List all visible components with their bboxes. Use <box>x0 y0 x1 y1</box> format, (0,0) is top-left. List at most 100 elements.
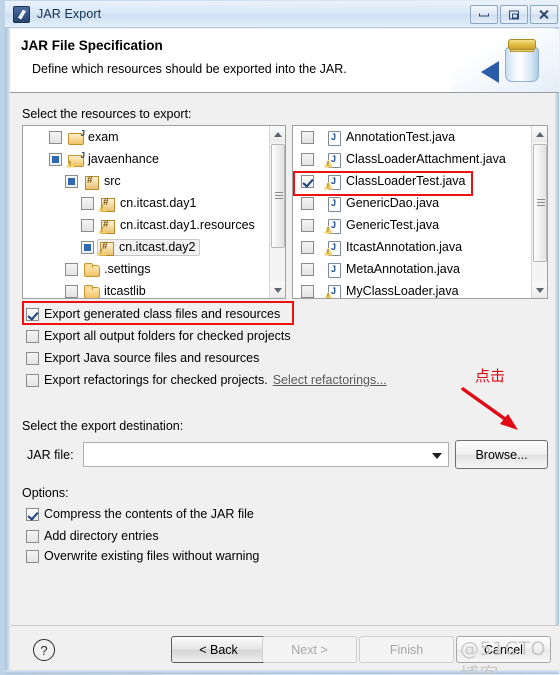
file-scroll-down-icon[interactable] <box>532 282 547 298</box>
file-row-checkbox[interactable] <box>301 130 314 144</box>
option-1-label: Add directory entries <box>44 529 159 543</box>
export-option-3-checkbox[interactable] <box>26 373 39 387</box>
option-2-checkbox[interactable] <box>26 549 39 563</box>
tree-row[interactable]: cn.itcast.day2 <box>23 236 285 258</box>
export-option-1[interactable]: Export all output folders for checked pr… <box>26 326 291 346</box>
file-row-checkbox[interactable] <box>301 218 314 232</box>
option-0-label: Compress the contents of the JAR file <box>44 507 254 521</box>
file-row-checkbox[interactable] <box>301 240 314 254</box>
page-title: JAR File Specification <box>21 38 163 53</box>
tree-scrollbar[interactable] <box>269 126 285 298</box>
select-refactorings-link[interactable]: Select refactorings... <box>273 373 387 387</box>
finish-button: Finish <box>359 636 454 663</box>
java-file-icon <box>324 240 342 256</box>
file-scroll-thumb[interactable] <box>533 144 547 262</box>
chevron-down-icon[interactable] <box>432 453 442 459</box>
export-option-0[interactable]: Export generated class files and resourc… <box>26 304 280 324</box>
file-row[interactable]: GenericDao.java <box>293 192 547 214</box>
header-illustration <box>451 29 559 92</box>
back-button[interactable]: < Back <box>171 636 266 663</box>
tree-row-checkbox[interactable] <box>49 152 62 166</box>
java-file-icon <box>324 218 342 234</box>
file-row-label: MetaAnnotation.java <box>346 262 460 276</box>
export-option-1-checkbox[interactable] <box>26 329 39 343</box>
tree-row[interactable]: itcastlib <box>23 280 285 298</box>
tree-row[interactable]: javaenhance <box>23 148 285 170</box>
tree-row-label: cn.itcast.day1 <box>120 196 197 210</box>
source-folder-icon <box>83 174 100 190</box>
tree-row-checkbox[interactable] <box>81 240 94 254</box>
option-0[interactable]: Compress the contents of the JAR file <box>26 504 254 524</box>
jar-file-combo[interactable] <box>83 442 449 467</box>
close-button[interactable] <box>530 5 558 24</box>
export-option-2-checkbox[interactable] <box>26 351 39 365</box>
file-row-label: ItcastAnnotation.java <box>346 240 463 254</box>
footer-button-bar: ? < Back Next > Finish Cancel <box>11 626 559 670</box>
tree-row[interactable]: src <box>23 170 285 192</box>
tree-row-checkbox[interactable] <box>65 262 78 276</box>
tree-row-label: src <box>104 174 121 188</box>
option-1[interactable]: Add directory entries <box>26 526 159 546</box>
file-row[interactable]: AnnotationTest.java <box>293 126 547 148</box>
restore-icon <box>509 10 519 19</box>
tree-row[interactable]: cn.itcast.day1 <box>23 192 285 214</box>
file-row[interactable]: ClassLoaderAttachment.java <box>293 148 547 170</box>
tree-row-checkbox[interactable] <box>65 284 78 298</box>
file-row[interactable]: GenericTest.java <box>293 214 547 236</box>
option-0-checkbox[interactable] <box>26 507 39 521</box>
export-option-3-label: Export refactorings for checked projects… <box>44 373 268 387</box>
file-row-label: ClassLoaderAttachment.java <box>346 152 506 166</box>
file-list-pane[interactable]: AnnotationTest.java ClassLoaderAttachment… <box>292 125 548 299</box>
warning-icon <box>324 291 333 298</box>
tree-row-content: cn.itcast.day2 <box>97 238 201 256</box>
tree-scroll-down-icon[interactable] <box>270 282 285 298</box>
file-scroll-up-icon[interactable] <box>532 126 547 142</box>
file-row-checkbox[interactable] <box>301 152 314 166</box>
file-row-checkbox[interactable] <box>301 196 314 210</box>
tree-row-checkbox[interactable] <box>65 174 78 188</box>
cancel-button[interactable]: Cancel <box>456 636 551 663</box>
file-row-label: AnnotationTest.java <box>346 130 456 144</box>
tree-row-checkbox[interactable] <box>81 218 94 232</box>
tree-row-content: cn.itcast.day1.resources <box>98 218 255 234</box>
browse-button[interactable]: Browse... <box>455 440 548 469</box>
file-row[interactable]: MyClassLoader.java <box>293 280 547 298</box>
file-list: AnnotationTest.java ClassLoaderAttachment… <box>293 126 547 298</box>
file-row[interactable]: MetaAnnotation.java <box>293 258 547 280</box>
tree-scroll-thumb[interactable] <box>271 144 285 248</box>
resource-tree-pane[interactable]: exam javaenhance src cn.itcast.day1 cn.itcas… <box>22 125 286 299</box>
tree-row[interactable]: cn.itcast.day1.resources <box>23 214 285 236</box>
minimize-button[interactable] <box>470 5 498 24</box>
export-option-2[interactable]: Export Java source files and resources <box>26 348 259 368</box>
file-row-label: MyClassLoader.java <box>346 284 459 298</box>
file-scrollbar[interactable] <box>531 126 547 298</box>
annotation-text: 点击 <box>475 367 506 385</box>
file-row-checkbox[interactable] <box>301 174 314 188</box>
window-title: JAR Export <box>37 7 102 21</box>
folder-icon <box>83 262 100 277</box>
tree-row-content: exam <box>67 129 119 145</box>
tree-row[interactable]: .settings <box>23 258 285 280</box>
jar-export-icon <box>13 5 30 23</box>
tree-row-content: src <box>83 174 121 190</box>
option-1-checkbox[interactable] <box>26 529 39 543</box>
page-subtitle: Define which resources should be exporte… <box>32 62 347 76</box>
tree-row-checkbox[interactable] <box>49 130 62 144</box>
file-row[interactable]: ItcastAnnotation.java <box>293 236 547 258</box>
export-option-1-label: Export all output folders for checked pr… <box>44 329 291 343</box>
tree-row-label: cn.itcast.day1.resources <box>120 218 255 232</box>
jar-file-input[interactable] <box>88 446 428 463</box>
help-button[interactable]: ? <box>33 639 55 661</box>
tree-row[interactable]: exam <box>23 126 285 148</box>
file-row-checkbox[interactable] <box>301 284 314 298</box>
export-option-0-checkbox[interactable] <box>26 307 39 321</box>
tree-scroll-up-icon[interactable] <box>270 126 285 142</box>
warning-icon <box>97 247 106 256</box>
export-option-3[interactable]: Export refactorings for checked projects… <box>26 370 387 390</box>
tree-row-checkbox[interactable] <box>81 196 94 210</box>
option-2[interactable]: Overwrite existing files without warning <box>26 546 259 566</box>
restore-button[interactable] <box>500 5 528 24</box>
jar-file-label: JAR file: <box>27 448 74 462</box>
file-row-checkbox[interactable] <box>301 262 314 276</box>
file-row[interactable]: ClassLoaderTest.java <box>293 170 547 192</box>
